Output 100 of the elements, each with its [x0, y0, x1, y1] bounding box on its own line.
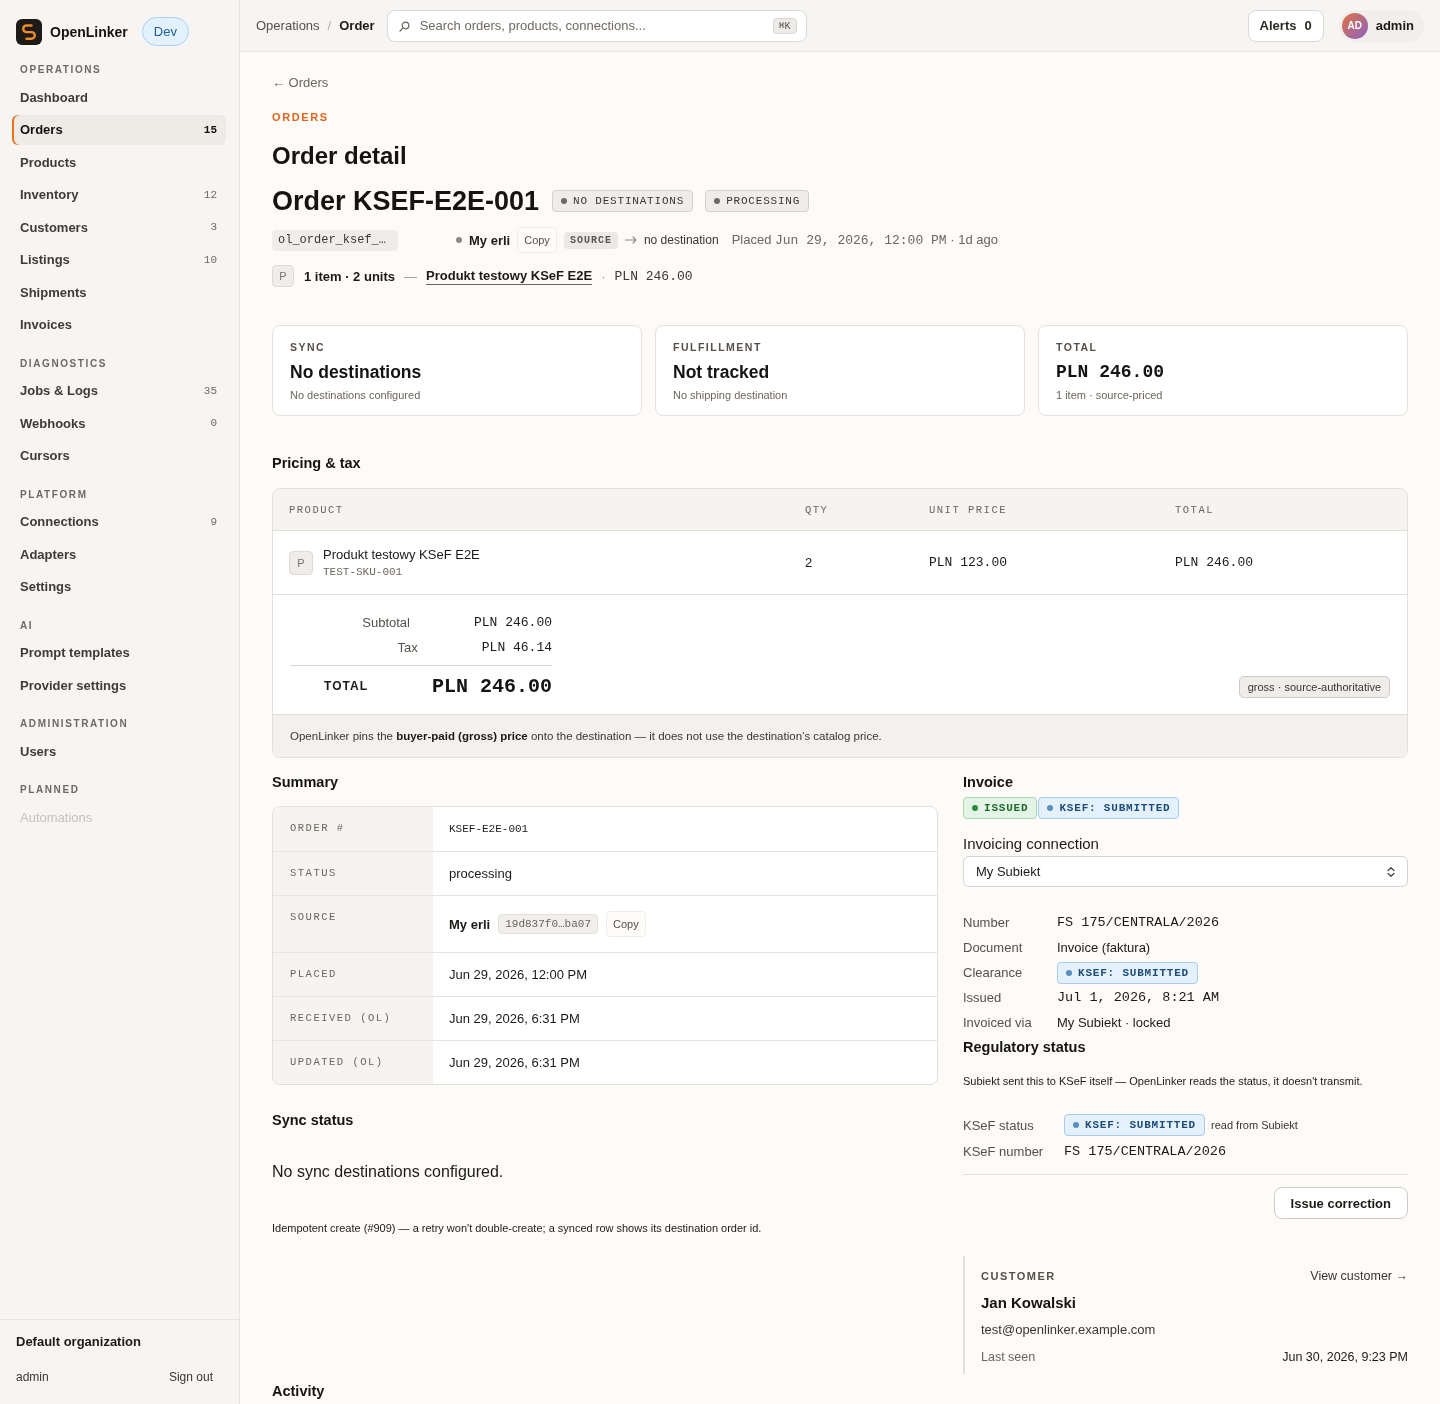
order-title: Order KSEF-E2E-001	[272, 185, 540, 218]
nav-item[interactable]: Dashboard	[12, 82, 226, 112]
section-heading: Summary	[272, 773, 339, 791]
arrow-right-icon	[624, 236, 637, 244]
row-label: SOURCE	[273, 896, 433, 952]
copy-button[interactable]: Copy	[517, 227, 557, 253]
nav-section-title: DIAGNOSTICS	[20, 357, 108, 370]
environment-tag: Dev	[141, 17, 189, 46]
breadcrumb-current: Order	[339, 18, 375, 33]
customer-name: Jan Kowalski	[981, 1294, 1077, 1312]
nav-section-title: PLATFORM	[20, 488, 88, 501]
detail-value: Jul 1, 2026, 8:21 AM	[1057, 990, 1220, 1005]
nav-section-title: ADMINISTRATION	[20, 718, 129, 730]
destination-text: no destination	[643, 233, 719, 247]
section-heading: Activity	[272, 1382, 325, 1400]
items-summary: 1 item · 2 units	[304, 268, 396, 284]
status-dot-icon	[972, 805, 978, 811]
item-count: 12	[203, 188, 217, 201]
view-customer-link[interactable]: View customer →	[1310, 1269, 1408, 1283]
nav-item[interactable]: Jobs & Logs 35	[12, 375, 226, 406]
source-id-chip: 19d837f0…ba07	[498, 914, 598, 934]
nav-item[interactable]: Provider settings	[12, 670, 226, 700]
totals-value: PLN 46.14	[481, 640, 552, 655]
alerts-count: 0	[1304, 18, 1312, 33]
breadcrumb-separator: /	[327, 18, 332, 33]
detail-value: FS 175/CENTRALA/2026	[1064, 1143, 1227, 1159]
field-label: Invoicing connection	[963, 835, 1099, 853]
breadcrumb-link[interactable]: Operations	[256, 18, 320, 33]
column-header: PRODUCT	[289, 503, 344, 516]
row-value: KSEF-E2E-001	[449, 823, 529, 835]
detail-label: KSeF status	[963, 1117, 1034, 1133]
last-seen-label: Last seen	[981, 1350, 1036, 1364]
connection-select[interactable]: My Subiekt	[963, 856, 1408, 887]
detail-label: Issued	[963, 990, 1002, 1005]
column-header: TOTAL	[1175, 503, 1214, 516]
nav-item[interactable]: Adapters	[12, 539, 226, 569]
product-thumbnail: P	[272, 265, 294, 287]
card-label: TOTAL	[1056, 341, 1098, 353]
nav-item[interactable]: Webhooks 0	[12, 408, 226, 438]
nav-item[interactable]: Listings 10	[12, 244, 226, 275]
product-sku: TEST-SKU-001	[323, 566, 403, 578]
brand-name: OpenLinker	[50, 23, 128, 40]
detail-value: My Subiekt · locked	[1057, 1015, 1171, 1030]
nav-item[interactable]: Orders 15	[12, 114, 226, 145]
row-label: UPDATED (OL)	[273, 1041, 433, 1084]
nav-item[interactable]: Prompt templates	[12, 637, 226, 668]
logo-icon	[16, 18, 42, 45]
section-heading: Regulatory status	[963, 1038, 1086, 1056]
card-label: FULFILLMENT	[673, 341, 762, 353]
row-label: STATUS	[273, 852, 433, 895]
badge-label: PROCESSING	[726, 195, 801, 207]
nav-item[interactable]: Users	[12, 736, 226, 766]
user-menu-button[interactable]: AD admin	[1338, 9, 1424, 42]
nav-item[interactable]: Cursors	[12, 440, 226, 471]
last-seen-value: Jun 30, 2026, 9:23 PM	[1282, 1350, 1408, 1364]
page-title: Order detail	[272, 141, 407, 171]
card-value: PLN 246.00	[1056, 361, 1165, 383]
status-hint: read from Subiekt	[1211, 1119, 1298, 1131]
totals-label: Subtotal	[362, 615, 410, 630]
totals-label: Tax	[397, 640, 418, 655]
status-dot-icon	[1073, 1122, 1079, 1128]
copy-button[interactable]: Copy	[606, 911, 646, 937]
nav-item[interactable]: Connections 9	[12, 506, 226, 537]
card-caption: 1 item · source-priced	[1056, 388, 1163, 402]
nav-item[interactable]: Shipments	[12, 277, 226, 307]
nav-item[interactable]: Settings	[12, 571, 226, 602]
nav-section-title: OPERATIONS	[20, 64, 102, 76]
item-count: 35	[203, 384, 217, 397]
product-link[interactable]: Produkt testowy KSeF E2E	[426, 267, 593, 285]
pricing-basis-tag: gross · source-authoritative	[1238, 676, 1390, 698]
nav-item[interactable]: Customers 3	[12, 212, 226, 242]
detail-label: Clearance	[963, 965, 1023, 980]
user-name: admin	[16, 1370, 49, 1384]
detail-value: FS 175/CENTRALA/2026	[1057, 915, 1220, 930]
nav-item[interactable]: Invoices	[12, 309, 226, 340]
nav-item[interactable]: Inventory 12	[12, 179, 226, 210]
customer-label: CUSTOMER	[981, 1270, 1056, 1282]
source-name: My erli	[449, 916, 491, 932]
placed-timestamp: Placed Jun 29, 2026, 12:00 PM · 1d ago	[731, 232, 998, 248]
alerts-button[interactable]: Alerts 0	[1247, 9, 1324, 42]
item-count: 0	[210, 417, 217, 429]
total-label: TOTAL	[324, 679, 368, 693]
section-heading: Sync status	[272, 1111, 354, 1129]
detail-label: Document	[963, 940, 1023, 955]
regulatory-note: Subiekt sent this to KSeF itself — OpenLinker reads the status, it doesn't transmit.	[963, 1074, 1363, 1088]
order-id-chip: ol_order_ksef_…	[272, 229, 398, 251]
item-count: 3	[210, 221, 217, 233]
table-cell: PLN 123.00	[929, 555, 1007, 570]
detail-label: Number	[963, 915, 1010, 930]
section-eyebrow: ORDERS	[272, 110, 329, 124]
totals-value: PLN 246.00	[474, 615, 552, 630]
search-icon	[398, 20, 410, 32]
user-avatar: AD	[1341, 12, 1368, 39]
status-dot-icon	[1047, 805, 1054, 811]
card-value: No destinations	[290, 361, 422, 383]
sign-out-link[interactable]: Sign out	[168, 1370, 213, 1384]
nav-item[interactable]: Products	[12, 147, 226, 177]
customer-email: test@openlinker.example.com	[981, 1322, 1156, 1338]
issue-correction-button[interactable]: Issue correction	[1273, 1187, 1408, 1219]
back-link[interactable]: ← Orders	[272, 75, 329, 91]
